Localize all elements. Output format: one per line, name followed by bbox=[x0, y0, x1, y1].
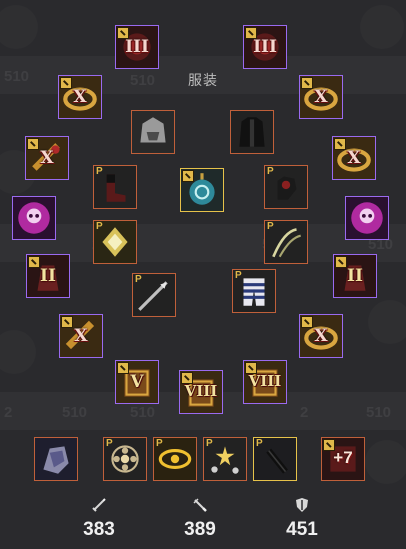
beast-helmet-icon bbox=[132, 111, 174, 153]
lock-icon bbox=[181, 372, 193, 384]
costume-brooch-slot[interactable]: P bbox=[93, 220, 137, 264]
accuracy-value: 389 bbox=[184, 519, 216, 540]
enhance-level: X bbox=[314, 326, 328, 346]
enhance-level: X bbox=[314, 87, 328, 107]
lock-icon bbox=[60, 77, 72, 89]
costume-gloves-slot[interactable]: P bbox=[264, 165, 308, 209]
costume-pants-slot[interactable]: P bbox=[232, 269, 276, 313]
enhance-level: X bbox=[347, 148, 361, 168]
dagger-icon bbox=[193, 498, 207, 512]
enhance-level: X bbox=[74, 326, 88, 346]
enhance-level: II bbox=[347, 266, 363, 286]
lock-icon bbox=[27, 138, 39, 150]
enhance-level: V bbox=[130, 372, 144, 392]
enhance-level: X bbox=[40, 148, 54, 168]
lock-icon bbox=[245, 27, 257, 39]
book-v-slot[interactable]: V bbox=[115, 360, 159, 404]
lock-icon bbox=[301, 77, 313, 89]
costume-whip-slot[interactable]: P bbox=[264, 220, 308, 264]
belt-right-slot[interactable]: X bbox=[299, 314, 343, 358]
defense-stat: 451 bbox=[262, 497, 342, 541]
bottom-slot-2[interactable]: P bbox=[103, 437, 147, 481]
premium-badge: P bbox=[206, 438, 213, 449]
lock-icon bbox=[117, 362, 129, 374]
premium-badge: P bbox=[256, 438, 263, 449]
defense-value: 451 bbox=[286, 519, 318, 540]
shield-icon bbox=[296, 498, 308, 512]
enhance-level: X bbox=[73, 87, 87, 107]
attack-stat: 383 bbox=[59, 497, 139, 541]
lock-icon bbox=[301, 316, 313, 328]
book-viii-b-slot[interactable]: VIII bbox=[243, 360, 287, 404]
dark-coat-icon bbox=[231, 111, 273, 153]
attack-value: 383 bbox=[83, 519, 115, 540]
bottom-slot-1[interactable] bbox=[34, 437, 78, 481]
lock-icon bbox=[61, 316, 73, 328]
enhance-level: III bbox=[125, 37, 149, 57]
orb-left-slot[interactable] bbox=[12, 196, 56, 240]
bracelet-left-slot[interactable]: X bbox=[25, 136, 69, 180]
crystal-gauntlet-icon bbox=[35, 438, 77, 480]
book-viii-a-slot[interactable]: VIII bbox=[179, 370, 223, 414]
amulet-slot[interactable] bbox=[180, 168, 224, 212]
skull-orb-icon bbox=[13, 197, 55, 239]
enhance-level: VIII bbox=[184, 382, 218, 400]
sword-icon bbox=[92, 498, 106, 512]
enhance-level: II bbox=[40, 266, 56, 286]
lock-icon bbox=[334, 138, 346, 150]
earring-right-slot[interactable]: III bbox=[243, 25, 287, 69]
belt-left-slot[interactable]: X bbox=[59, 314, 103, 358]
costume-boots-slot[interactable]: P bbox=[93, 165, 137, 209]
premium-badge: P bbox=[156, 438, 163, 449]
ring-right-top-slot[interactable]: X bbox=[299, 75, 343, 119]
premium-badge: P bbox=[235, 270, 242, 281]
bottom-slot-4[interactable]: P bbox=[203, 437, 247, 481]
premium-badge: P bbox=[267, 166, 274, 177]
accuracy-stat: 389 bbox=[160, 497, 240, 541]
bottom-slot-5[interactable]: P bbox=[253, 437, 297, 481]
enhance-level: III bbox=[253, 37, 277, 57]
lock-icon bbox=[245, 362, 257, 374]
ring-left-top-slot[interactable]: X bbox=[58, 75, 102, 119]
lock-icon bbox=[323, 439, 335, 451]
premium-badge: P bbox=[135, 274, 142, 285]
lock-icon bbox=[182, 170, 194, 182]
bracelet-right-slot[interactable]: X bbox=[332, 136, 376, 180]
bottom-slot-3[interactable]: P bbox=[153, 437, 197, 481]
earring-left-slot[interactable]: III bbox=[115, 25, 159, 69]
costume-helmet-slot[interactable] bbox=[131, 110, 175, 154]
premium-badge: P bbox=[267, 221, 274, 232]
gauntlet-left-slot[interactable]: II bbox=[26, 254, 70, 298]
skull-orb-icon bbox=[346, 197, 388, 239]
premium-badge: P bbox=[96, 166, 103, 177]
gauntlet-right-slot[interactable]: II bbox=[333, 254, 377, 298]
premium-badge: P bbox=[106, 438, 113, 449]
lock-icon bbox=[117, 27, 129, 39]
costume-armor-slot[interactable] bbox=[230, 110, 274, 154]
costume-weapon-slot[interactable]: P bbox=[132, 273, 176, 317]
premium-badge: P bbox=[96, 221, 103, 232]
enhance-level: VIII bbox=[248, 372, 282, 390]
bottom-slot-6[interactable]: +7 bbox=[321, 437, 365, 481]
enhance-level: +7 bbox=[333, 448, 353, 467]
orb-right-slot[interactable] bbox=[345, 196, 389, 240]
lock-icon bbox=[335, 256, 347, 268]
lock-icon bbox=[28, 256, 40, 268]
